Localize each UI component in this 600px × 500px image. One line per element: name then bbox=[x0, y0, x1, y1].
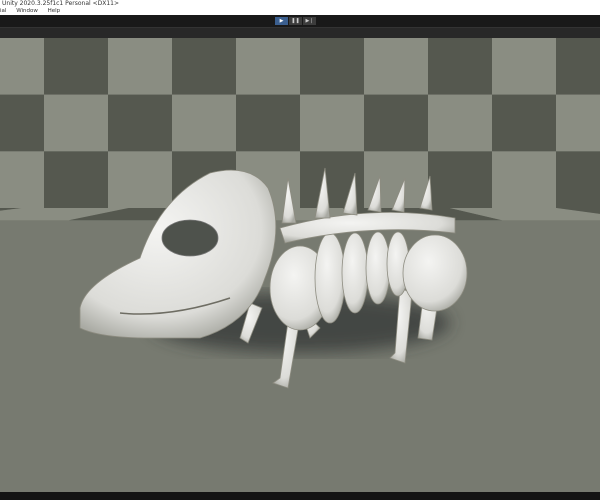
wall-tile bbox=[492, 151, 556, 208]
checker-walls bbox=[0, 38, 600, 208]
wall-tile bbox=[556, 38, 600, 95]
pause-icon: ❚❚ bbox=[291, 18, 300, 24]
wall-tile bbox=[300, 38, 364, 95]
wall-tile bbox=[556, 151, 600, 208]
wall-tile bbox=[236, 94, 300, 152]
window-title: Unity 2020.3.25f1c1 Personal <DX11> bbox=[0, 0, 600, 8]
menu-item-help[interactable]: Help bbox=[48, 8, 61, 14]
checker-floor bbox=[0, 208, 600, 221]
wall-tile bbox=[0, 38, 44, 95]
wall-tile bbox=[44, 151, 108, 208]
status-bar bbox=[0, 492, 600, 500]
play-controls: ▶ ❚❚ ▶❘ bbox=[275, 17, 316, 25]
wall-tile bbox=[108, 151, 172, 208]
play-button[interactable]: ▶ bbox=[275, 17, 288, 25]
play-icon: ▶ bbox=[279, 18, 284, 24]
wall-tile bbox=[364, 38, 428, 95]
wall-tile bbox=[300, 94, 364, 152]
menu-item-window[interactable]: Window bbox=[16, 8, 38, 14]
wall-tile bbox=[492, 38, 556, 95]
wall-tile bbox=[44, 38, 108, 95]
menu-item-tutorial[interactable]: ial bbox=[0, 8, 6, 14]
game-viewport[interactable] bbox=[0, 38, 600, 492]
wall-tile bbox=[172, 94, 236, 152]
step-button[interactable]: ▶❘ bbox=[303, 17, 316, 25]
wall-tile bbox=[428, 38, 492, 95]
wall-tile bbox=[0, 151, 44, 208]
wall-tile bbox=[0, 94, 44, 152]
wall-tile bbox=[364, 94, 428, 152]
wall-tile bbox=[428, 151, 492, 208]
wall-tile bbox=[556, 94, 600, 152]
menu-bar: ial Window Help bbox=[0, 8, 600, 15]
wall-tile bbox=[172, 38, 236, 95]
wall-tile bbox=[492, 94, 556, 152]
wall-tile bbox=[44, 94, 108, 152]
scene-render bbox=[0, 38, 600, 389]
toolbar: ▶ ❚❚ ▶❘ bbox=[0, 15, 600, 27]
wall-tile bbox=[108, 38, 172, 95]
wall-tile bbox=[108, 94, 172, 152]
step-icon: ▶❘ bbox=[305, 18, 314, 24]
wall-tile bbox=[236, 38, 300, 95]
pause-button[interactable]: ❚❚ bbox=[289, 17, 302, 25]
wall-tile bbox=[428, 94, 492, 152]
